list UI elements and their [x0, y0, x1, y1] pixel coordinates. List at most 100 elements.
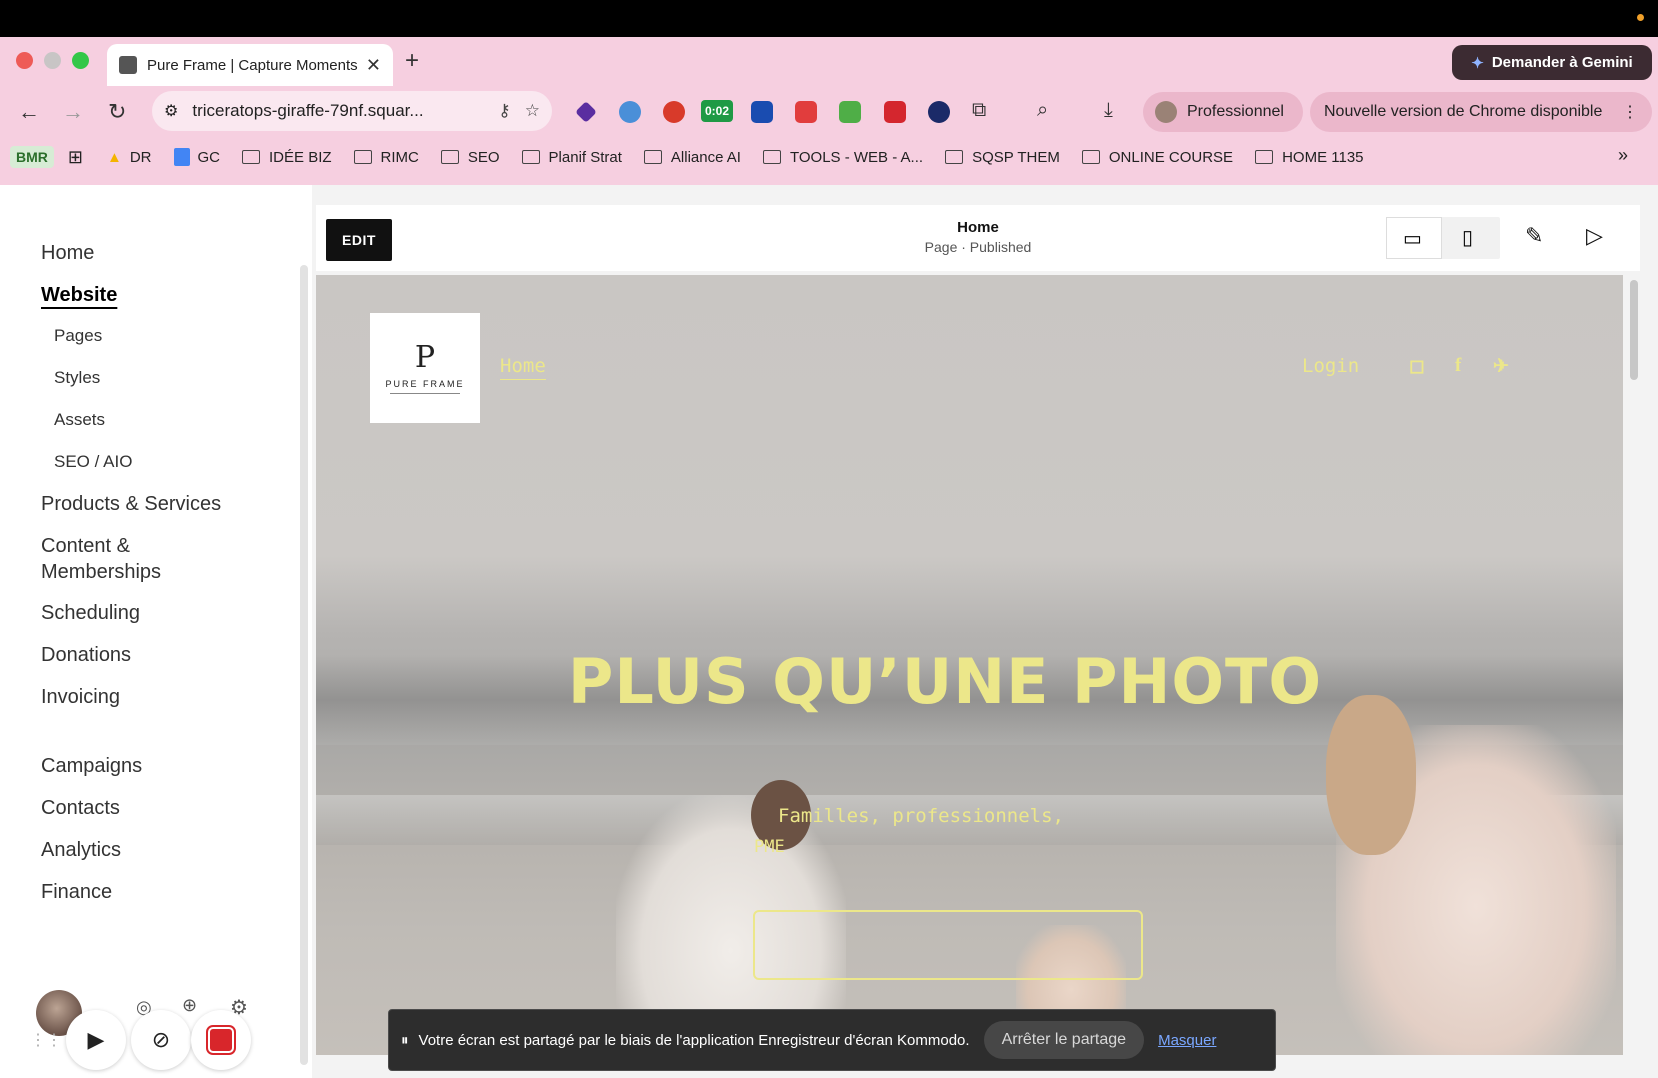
- forward-arrow-icon[interactable]: →: [62, 99, 84, 125]
- folder-icon: [945, 150, 964, 164]
- new-tab-icon[interactable]: +: [405, 47, 419, 75]
- close-tab-icon[interactable]: ✕: [366, 55, 381, 76]
- bookmark-label: Alliance AI: [670, 148, 741, 166]
- device-toggle: ▭ ▯: [1386, 217, 1500, 259]
- extension-c-icon[interactable]: [928, 101, 950, 123]
- add-user-icon[interactable]: ⊕: [182, 995, 197, 1016]
- browser-tab[interactable]: Pure Frame | Capture Moments ✕: [107, 44, 393, 86]
- bookmark-folder[interactable]: SQSP THEM: [945, 149, 1060, 166]
- profile-button[interactable]: Professionnel: [1143, 92, 1303, 132]
- bookmark-star-icon[interactable]: ☆: [525, 101, 540, 121]
- extension-pa-icon[interactable]: [751, 101, 773, 123]
- preview-play-icon[interactable]: ▷: [1586, 223, 1603, 249]
- logo-line: [390, 392, 460, 394]
- search-tab-icon[interactable]: ⌕: [1037, 99, 1048, 122]
- bookmark-dr[interactable]: ▲ DR: [107, 149, 152, 166]
- logo-name: PURE FRAME: [385, 378, 465, 389]
- pause-icon[interactable]: ⏸: [401, 1032, 409, 1049]
- sidebar-item-campaigns[interactable]: Campaigns: [41, 755, 142, 778]
- apps-grid-icon[interactable]: ⊞: [68, 147, 83, 168]
- extension-diamond-icon[interactable]: [575, 101, 597, 123]
- style-brush-icon[interactable]: ✎: [1525, 223, 1543, 249]
- sidebar-scrollbar[interactable]: [300, 265, 308, 1065]
- more-menu-icon[interactable]: ⋮: [1622, 102, 1638, 122]
- site-settings-icon[interactable]: ⚙: [164, 101, 178, 121]
- sidebar-item-content-line1[interactable]: Content &: [41, 535, 130, 558]
- page-editor: EDIT Home Page · Published ▭ ▯ ✎ ▷ P PUR…: [312, 185, 1658, 1078]
- sidebar-item-content-line2[interactable]: Memberships: [41, 561, 161, 584]
- key-icon[interactable]: ⚷: [498, 101, 510, 121]
- sidebar-item-contacts[interactable]: Contacts: [41, 797, 120, 820]
- share-message: Votre écran est partagé par le biais de …: [418, 1031, 970, 1049]
- bookmark-folder[interactable]: TOOLS - WEB - A...: [762, 149, 923, 166]
- profile-label: Professionnel: [1187, 103, 1284, 120]
- facebook-icon[interactable]: f: [1455, 355, 1461, 377]
- sidebar-item-analytics[interactable]: Analytics: [41, 839, 121, 862]
- stop-sharing-button[interactable]: Arrêter le partage: [983, 1021, 1145, 1059]
- maximize-window-button[interactable]: [72, 52, 89, 69]
- extension-dots-icon[interactable]: [884, 101, 906, 123]
- bookmark-folder[interactable]: IDÉE BIZ: [242, 149, 332, 166]
- sidebar-item-invoicing[interactable]: Invoicing: [41, 686, 120, 709]
- address-bar[interactable]: ⚙ triceratops-giraffe-79nf.squar... ⚷ ☆: [152, 91, 552, 131]
- sidebar-item-products[interactable]: Products & Services: [41, 493, 221, 516]
- download-icon[interactable]: ⤓: [1104, 99, 1113, 122]
- preview-scrollbar[interactable]: [1630, 280, 1638, 380]
- sidebar-item-pages[interactable]: Pages: [54, 326, 102, 346]
- record-stop-button[interactable]: [191, 1010, 251, 1070]
- extension-stack-icon[interactable]: [795, 101, 817, 123]
- extension-glasses-icon[interactable]: [839, 101, 861, 123]
- sidebar-item-assets[interactable]: Assets: [54, 410, 105, 430]
- bookmark-folder[interactable]: Planif Strat: [521, 149, 622, 166]
- minimize-window-button[interactable]: [44, 52, 61, 69]
- sidebar-item-seo[interactable]: SEO / AIO: [54, 452, 132, 472]
- bookmark-gc[interactable]: GC: [173, 148, 220, 166]
- camera-icon: ▶: [87, 1027, 105, 1052]
- toolbar: ← → ↻ ⚙ triceratops-giraffe-79nf.squar..…: [0, 89, 1658, 137]
- bookmark-folder[interactable]: HOME 1135: [1255, 149, 1364, 166]
- site-nav-home[interactable]: Home: [500, 355, 546, 380]
- bookmarks-overflow-icon[interactable]: »: [1618, 145, 1628, 166]
- site-login[interactable]: Login: [1302, 355, 1359, 377]
- bookmark-folder[interactable]: Alliance AI: [643, 148, 741, 166]
- bookmark-folder[interactable]: RIMC: [353, 149, 419, 166]
- folder-icon: [242, 150, 261, 164]
- hide-link[interactable]: Masquer: [1158, 1032, 1216, 1049]
- bookmarks-bar: BMR ⊞ ▲ DR GC IDÉE BIZ RIMC SEO Planif St…: [0, 137, 1658, 177]
- extension-timer-badge[interactable]: 0:02: [701, 100, 734, 122]
- bookmark-folder[interactable]: ONLINE COURSE: [1081, 148, 1234, 166]
- sidebar-item-donations[interactable]: Donations: [41, 644, 131, 667]
- close-window-button[interactable]: [16, 52, 33, 69]
- mobile-view-icon[interactable]: ▯: [1462, 225, 1473, 250]
- extensions-puzzle-icon[interactable]: ⧉: [972, 99, 986, 122]
- site-logo[interactable]: P PURE FRAME: [370, 313, 480, 423]
- sidebar-item-finance[interactable]: Finance: [41, 881, 112, 904]
- extension-seo-icon[interactable]: [663, 101, 685, 123]
- record-mic-button[interactable]: ⊘: [131, 1010, 191, 1070]
- drag-handle-icon[interactable]: ⋮⋮: [30, 1030, 62, 1050]
- folder-icon: [762, 150, 781, 164]
- bookmark-label: ONLINE COURSE: [1108, 148, 1234, 166]
- sidebar-item-styles[interactable]: Styles: [54, 368, 100, 388]
- hero-cta-button[interactable]: [753, 910, 1143, 980]
- twitter-icon[interactable]: ✈: [1493, 355, 1509, 378]
- gemini-button[interactable]: ✦ Demander à Gemini: [1452, 45, 1652, 80]
- bookmark-bmr[interactable]: BMR: [10, 146, 54, 168]
- extension-clock-icon[interactable]: [619, 101, 641, 123]
- instagram-icon[interactable]: ◻: [1409, 355, 1425, 378]
- site-preview[interactable]: P PURE FRAME Home Login ◻ f ✈ PLUS QU’UN…: [316, 275, 1623, 1055]
- bookmark-folder[interactable]: SEO: [440, 149, 500, 166]
- editor-toolbar: EDIT Home Page · Published ▭ ▯ ✎ ▷: [316, 205, 1640, 271]
- sidebar-item-home[interactable]: Home: [41, 242, 94, 265]
- status-dot: [1637, 14, 1644, 21]
- hero-title: PLUS QU’UNE PHOTO: [567, 645, 1323, 718]
- reload-icon[interactable]: ↻: [108, 99, 126, 125]
- sidebar-item-website[interactable]: Website: [41, 284, 117, 307]
- back-arrow-icon[interactable]: ←: [18, 99, 40, 125]
- chrome-update-button[interactable]: Nouvelle version de Chrome disponible ⋮: [1310, 92, 1652, 132]
- record-camera-button[interactable]: ▶: [66, 1010, 126, 1070]
- desktop-view-button[interactable]: ▭: [1386, 217, 1442, 259]
- squarespace-favicon-icon: [119, 56, 137, 74]
- folder-icon: [643, 150, 662, 164]
- sidebar-item-scheduling[interactable]: Scheduling: [41, 602, 140, 625]
